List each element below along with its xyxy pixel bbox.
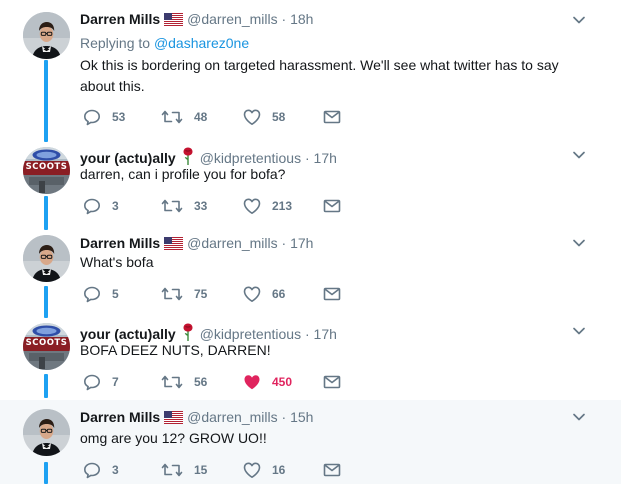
tweet-time[interactable]: 17h — [290, 235, 313, 251]
replying-to-label: Replying to — [80, 35, 154, 51]
reply-icon — [82, 460, 102, 480]
chevron-down-icon[interactable] — [571, 323, 587, 339]
like-button[interactable]: 58 — [242, 107, 285, 127]
avatar[interactable] — [23, 235, 70, 282]
retweet-count: 48 — [194, 110, 208, 124]
direct-message-button[interactable] — [322, 284, 342, 304]
author-name[interactable]: Darren Mills — [80, 235, 160, 251]
heart-icon — [242, 284, 262, 304]
tweet[interactable]: Darren Mills @darren_mills · 17h What's b… — [0, 226, 621, 314]
tweet-highlighted[interactable]: Darren Mills @darren_mills · 15h omg are … — [0, 400, 621, 484]
avatar[interactable] — [23, 409, 70, 456]
heart-filled-icon — [242, 372, 262, 392]
envelope-icon — [322, 284, 342, 304]
reply-button[interactable]: 53 — [82, 107, 125, 127]
chevron-down-icon[interactable] — [571, 147, 587, 163]
reply-button[interactable]: 3 — [82, 196, 119, 216]
tweet[interactable]: SCOOTS your (actu)ally @kidpretentious · … — [0, 138, 621, 226]
like-button[interactable]: 213 — [242, 196, 292, 216]
envelope-icon — [322, 460, 342, 480]
like-button[interactable]: 16 — [242, 460, 285, 480]
thread-line — [44, 462, 48, 484]
tweet[interactable]: Darren Mills @darren_mills · 18h Replying… — [0, 0, 621, 138]
rose-icon — [182, 322, 194, 342]
reply-count: 3 — [112, 463, 119, 477]
retweet-count: 15 — [194, 463, 208, 477]
avatar[interactable] — [23, 12, 70, 59]
reply-button[interactable]: 3 — [82, 460, 119, 480]
avatar[interactable]: SCOOTS — [23, 147, 70, 194]
author-name[interactable]: Darren Mills — [80, 409, 160, 425]
rose-icon — [182, 146, 194, 166]
like-count: 213 — [272, 199, 293, 213]
envelope-icon — [322, 372, 342, 392]
like-count: 58 — [272, 110, 286, 124]
envelope-icon — [322, 196, 342, 216]
like-count: 66 — [272, 287, 286, 301]
reply-icon — [82, 107, 102, 127]
chevron-down-icon[interactable] — [571, 235, 587, 251]
like-count: 16 — [272, 463, 286, 477]
tweet-time[interactable]: 18h — [290, 11, 313, 27]
us-flag-icon — [164, 13, 183, 26]
us-flag-icon — [164, 411, 183, 424]
direct-message-button[interactable] — [322, 372, 342, 392]
reply-count: 5 — [112, 287, 119, 301]
author-handle[interactable]: @darren_mills — [187, 11, 277, 27]
heart-icon — [242, 107, 262, 127]
like-button[interactable]: 66 — [242, 284, 285, 304]
direct-message-button[interactable] — [322, 107, 342, 127]
chevron-down-icon[interactable] — [571, 12, 587, 28]
retweet-button[interactable]: 33 — [160, 196, 207, 216]
retweet-icon — [160, 107, 184, 127]
avatar[interactable]: SCOOTS — [23, 323, 70, 370]
like-count: 450 — [272, 375, 293, 389]
tweet-text: Ok this is bordering on targeted harassm… — [80, 57, 559, 94]
tweet-text: omg are you 12? GROW UO!! — [80, 430, 267, 446]
tweet-text: darren, can i profile you for bofa? — [80, 166, 286, 182]
us-flag-icon — [164, 237, 183, 250]
reply-count: 7 — [112, 375, 119, 389]
retweet-button[interactable]: 48 — [160, 107, 207, 127]
tweet-text: BOFA DEEZ NUTS, DARREN! — [80, 342, 271, 358]
avatar-sign-text: SCOOTS — [25, 338, 68, 348]
heart-icon — [242, 196, 262, 216]
tweet-header: Darren Mills @darren_mills · 18h — [80, 11, 314, 27]
heart-icon — [242, 460, 262, 480]
tweet-header: Darren Mills @darren_mills · 15h — [80, 409, 314, 425]
reply-icon — [82, 196, 102, 216]
replying-to: Replying to @dasharez0ne — [80, 34, 249, 52]
retweet-count: 33 — [194, 199, 208, 213]
retweet-button[interactable]: 75 — [160, 284, 207, 304]
retweet-count: 56 — [194, 375, 208, 389]
reply-button[interactable]: 5 — [82, 284, 119, 304]
chevron-down-icon[interactable] — [571, 409, 587, 425]
retweet-button[interactable]: 15 — [160, 460, 207, 480]
reply-icon — [82, 372, 102, 392]
tweet-time[interactable]: 15h — [290, 409, 313, 425]
reply-count: 3 — [112, 199, 119, 213]
tweet-text: What's bofa — [80, 254, 154, 270]
retweet-icon — [160, 460, 184, 480]
envelope-icon — [322, 107, 342, 127]
author-name[interactable]: Darren Mills — [80, 11, 160, 27]
direct-message-button[interactable] — [322, 196, 342, 216]
reply-button[interactable]: 7 — [82, 372, 119, 392]
tweet[interactable]: SCOOTS your (actu)ally @kidpretentious · … — [0, 314, 621, 400]
reply-count: 53 — [112, 110, 126, 124]
tweet-header: Darren Mills @darren_mills · 17h — [80, 235, 314, 251]
retweet-icon — [160, 284, 184, 304]
retweet-icon — [160, 372, 184, 392]
replying-to-handle[interactable]: @dasharez0ne — [154, 35, 249, 51]
direct-message-button[interactable] — [322, 460, 342, 480]
avatar-sign-text: SCOOTS — [25, 162, 68, 172]
retweet-count: 75 — [194, 287, 208, 301]
reply-icon — [82, 284, 102, 304]
author-handle[interactable]: @darren_mills — [187, 409, 277, 425]
retweet-icon — [160, 196, 184, 216]
author-handle[interactable]: @darren_mills — [187, 235, 277, 251]
like-button[interactable]: 450 — [242, 372, 292, 392]
retweet-button[interactable]: 56 — [160, 372, 207, 392]
